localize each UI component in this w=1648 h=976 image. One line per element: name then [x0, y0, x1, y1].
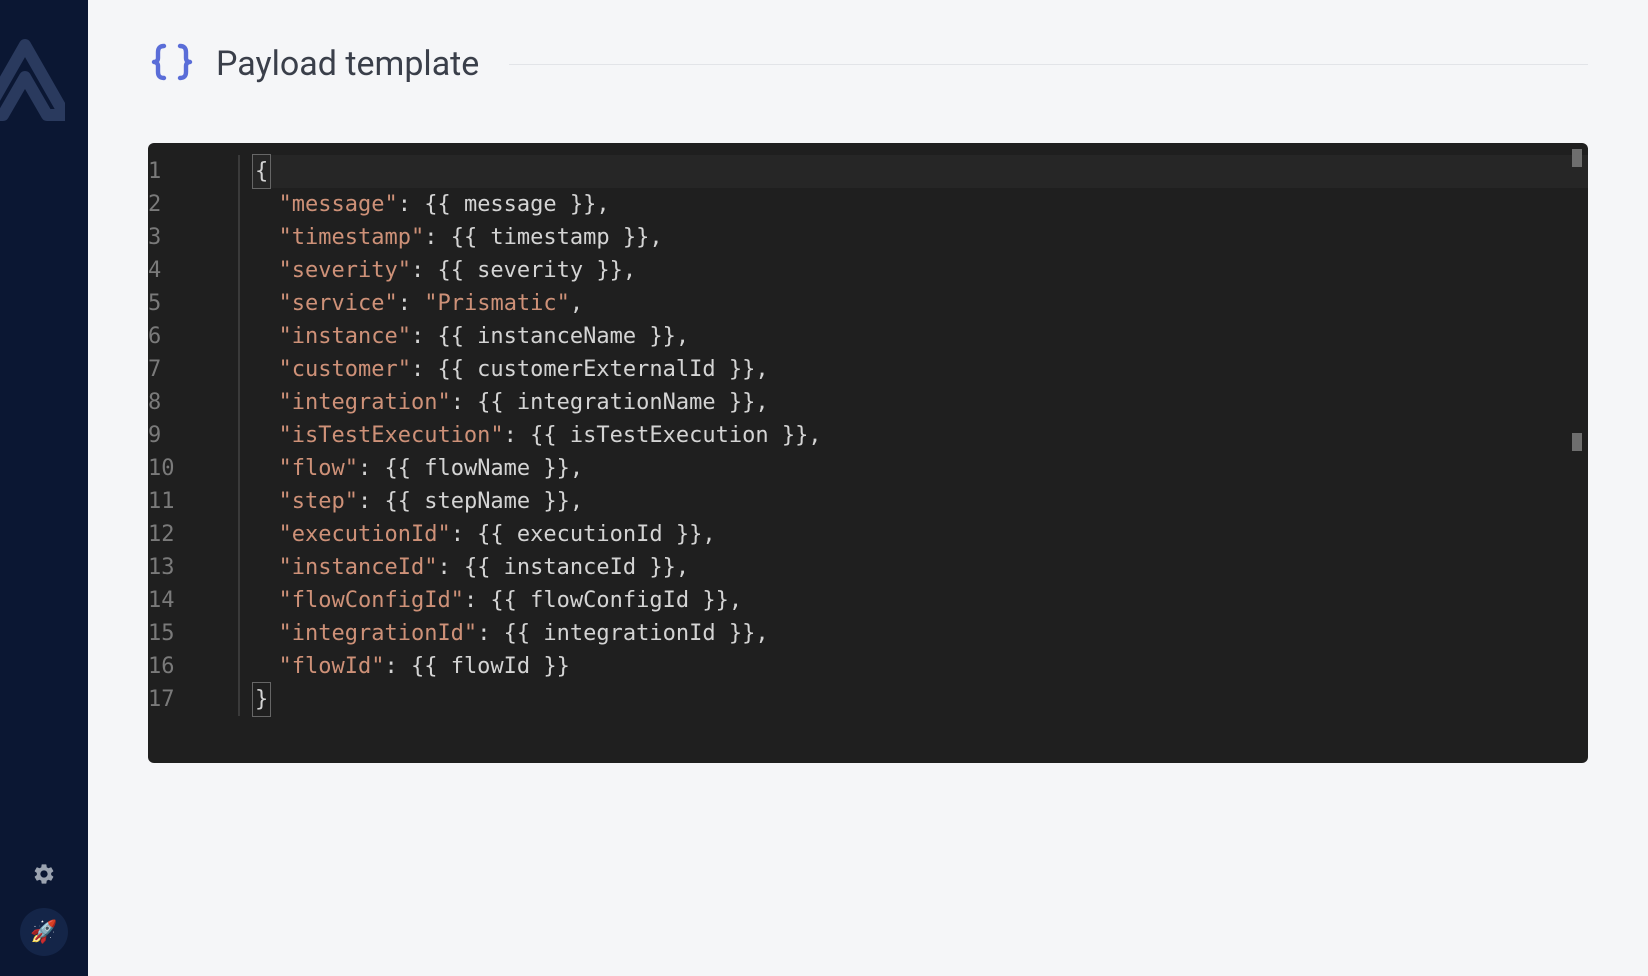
scroll-marker	[1572, 149, 1582, 167]
section-header: Payload template	[148, 40, 1588, 88]
code-line[interactable]: "flowId": {{ flowId }}	[252, 650, 1588, 683]
code-line[interactable]: "step": {{ stepName }},	[252, 485, 1588, 518]
sidebar-logo	[0, 25, 65, 145]
line-number: 15	[148, 617, 218, 650]
line-number: 2	[148, 188, 218, 221]
line-number: 1	[148, 155, 218, 188]
line-number: 12	[148, 518, 218, 551]
code-line[interactable]: "service": "Prismatic",	[252, 287, 1588, 320]
gutter-border	[238, 155, 240, 716]
line-number: 10	[148, 452, 218, 485]
line-number: 7	[148, 353, 218, 386]
code-line[interactable]: "isTestExecution": {{ isTestExecution }}…	[252, 419, 1588, 452]
code-line[interactable]: "severity": {{ severity }},	[252, 254, 1588, 287]
line-number: 14	[148, 584, 218, 617]
code-line[interactable]: "timestamp": {{ timestamp }},	[252, 221, 1588, 254]
code-line[interactable]: "integrationId": {{ integrationId }},	[252, 617, 1588, 650]
braces-icon	[148, 40, 196, 88]
code-line[interactable]: "customer": {{ customerExternalId }},	[252, 353, 1588, 386]
line-number: 5	[148, 287, 218, 320]
line-number: 13	[148, 551, 218, 584]
gear-icon	[32, 862, 56, 886]
code-line[interactable]: "flow": {{ flowName }},	[252, 452, 1588, 485]
code-line[interactable]: "executionId": {{ executionId }},	[252, 518, 1588, 551]
code-line[interactable]: "flowConfigId": {{ flowConfigId }},	[252, 584, 1588, 617]
line-number: 17	[148, 683, 218, 716]
scroll-marker	[1572, 433, 1582, 451]
code-lines[interactable]: { "message": {{ message }}, "timestamp":…	[252, 155, 1588, 716]
code-line[interactable]: }	[252, 683, 1588, 716]
line-number: 11	[148, 485, 218, 518]
code-line[interactable]: {	[252, 155, 1588, 188]
section-title: Payload template	[216, 44, 479, 84]
rocket-button[interactable]: 🚀	[20, 908, 68, 956]
settings-button[interactable]	[30, 860, 58, 888]
line-number: 6	[148, 320, 218, 353]
main-content: Payload template 12345678910111213141516…	[88, 0, 1648, 976]
code-line[interactable]: "integration": {{ integrationName }},	[252, 386, 1588, 419]
line-number: 8	[148, 386, 218, 419]
rocket-icon: 🚀	[30, 920, 57, 945]
line-number-gutter: 1234567891011121314151617	[148, 155, 238, 716]
line-number: 16	[148, 650, 218, 683]
code-line[interactable]: "instanceId": {{ instanceId }},	[252, 551, 1588, 584]
section-header-divider	[509, 64, 1588, 65]
payload-template-editor[interactable]: 1234567891011121314151617 { "message": {…	[148, 143, 1588, 763]
code-line[interactable]: "message": {{ message }},	[252, 188, 1588, 221]
code-line[interactable]: "instance": {{ instanceName }},	[252, 320, 1588, 353]
line-number: 3	[148, 221, 218, 254]
line-number: 4	[148, 254, 218, 287]
line-number: 9	[148, 419, 218, 452]
sidebar: 🚀	[0, 0, 88, 976]
